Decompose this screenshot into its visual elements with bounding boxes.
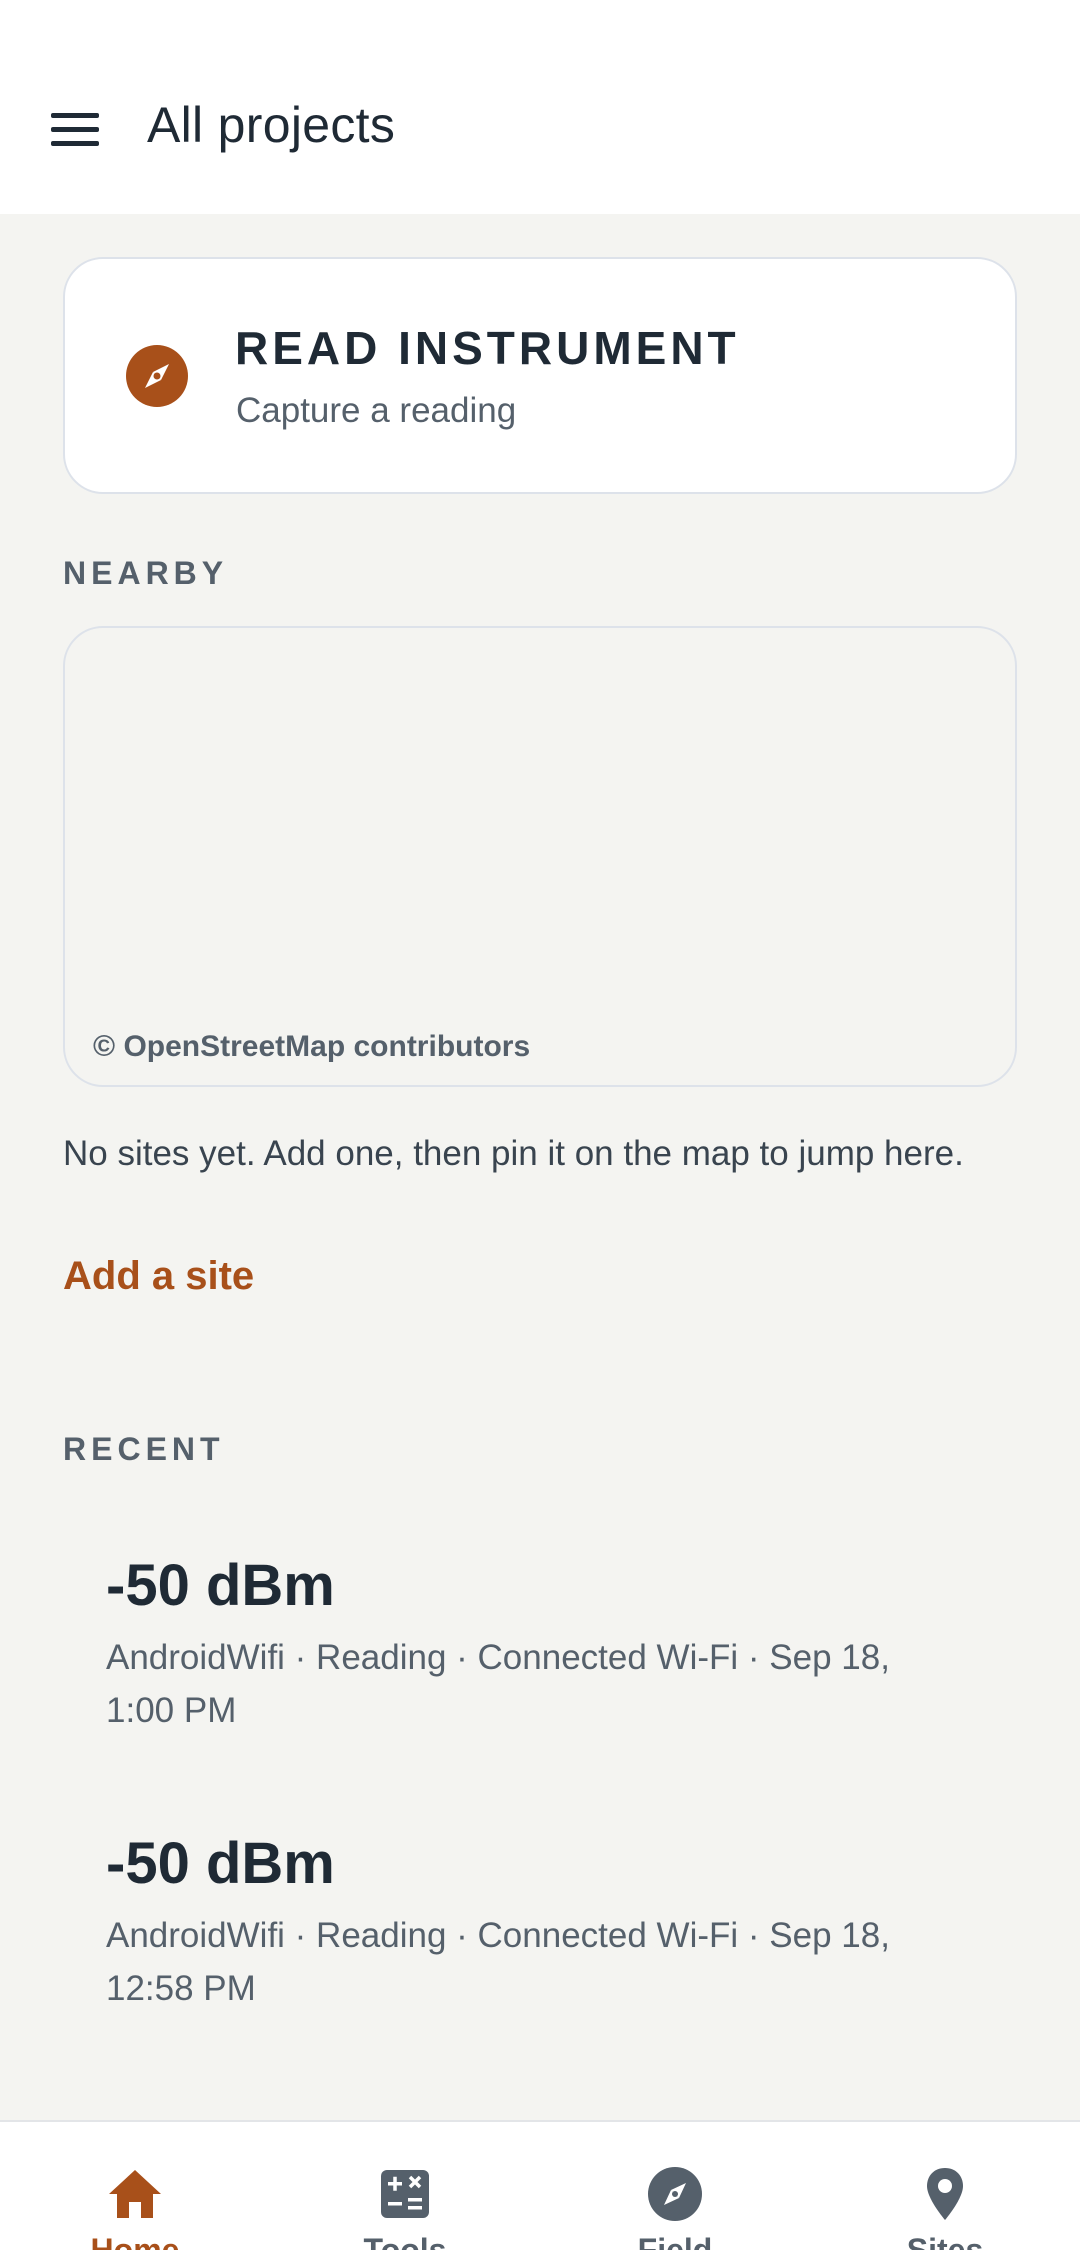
read-instrument-card[interactable]: READ INSTRUMENT Capture a reading: [63, 257, 1017, 494]
map-pin-icon: [915, 2164, 975, 2224]
nearby-map[interactable]: © OpenStreetMap contributors: [63, 626, 1017, 1087]
no-sites-message: No sites yet. Add one, then pin it on th…: [63, 1134, 964, 1173]
nav-item-tools[interactable]: Tools: [270, 2122, 540, 2250]
reading-meta-line: AndroidWifi · Reading · Connected Wi-Fi …: [106, 1638, 890, 1677]
reading-meta-line: AndroidWifi · Reading · Connected Wi-Fi …: [106, 1916, 890, 1955]
reading-meta: AndroidWifi · Reading · Connected Wi-Fi …: [106, 1631, 966, 1737]
recent-section-label: RECENT: [63, 1431, 225, 1467]
compass-icon: [645, 2164, 705, 2224]
page-title: All projects: [147, 97, 396, 153]
nav-item-field[interactable]: Field: [540, 2122, 810, 2250]
recent-reading-item[interactable]: -50 dBm AndroidWifi · Reading · Connecte…: [106, 1552, 966, 1737]
top-app-bar: All projects: [0, 0, 1080, 214]
nav-item-home[interactable]: Home: [0, 2122, 270, 2250]
home-icon: [105, 2164, 165, 2224]
recent-reading-item[interactable]: -50 dBm AndroidWifi · Reading · Connecte…: [106, 1830, 966, 2015]
nav-label: Home: [90, 2232, 180, 2250]
nav-label: Field: [637, 2232, 713, 2250]
calculator-icon: [375, 2164, 435, 2224]
reading-meta-line: 12:58 PM: [106, 1969, 256, 2008]
nearby-section-label: NEARBY: [63, 555, 229, 591]
nav-item-sites[interactable]: Sites: [810, 2122, 1080, 2250]
reading-value: -50 dBm: [106, 1553, 335, 1618]
map-attribution[interactable]: © OpenStreetMap contributors: [93, 1030, 530, 1064]
nav-label: Sites: [906, 2232, 984, 2250]
reading-meta-line: 1:00 PM: [106, 1691, 237, 1730]
hamburger-menu-icon: [51, 113, 99, 147]
app-root: All projects READ INSTRUMENT Capture a r…: [0, 0, 1080, 2250]
reading-meta: AndroidWifi · Reading · Connected Wi-Fi …: [106, 1909, 966, 2015]
reading-value: -50 dBm: [106, 1831, 335, 1896]
add-site-button[interactable]: Add a site: [63, 1254, 254, 1299]
read-instrument-title: READ INSTRUMENT: [235, 322, 740, 374]
menu-button[interactable]: [40, 100, 110, 160]
bottom-navigation: Home Tools Field Sites: [0, 2120, 1080, 2250]
nav-label: Tools: [363, 2232, 447, 2250]
compass-icon: [125, 344, 189, 408]
read-instrument-subtitle: Capture a reading: [236, 391, 517, 430]
